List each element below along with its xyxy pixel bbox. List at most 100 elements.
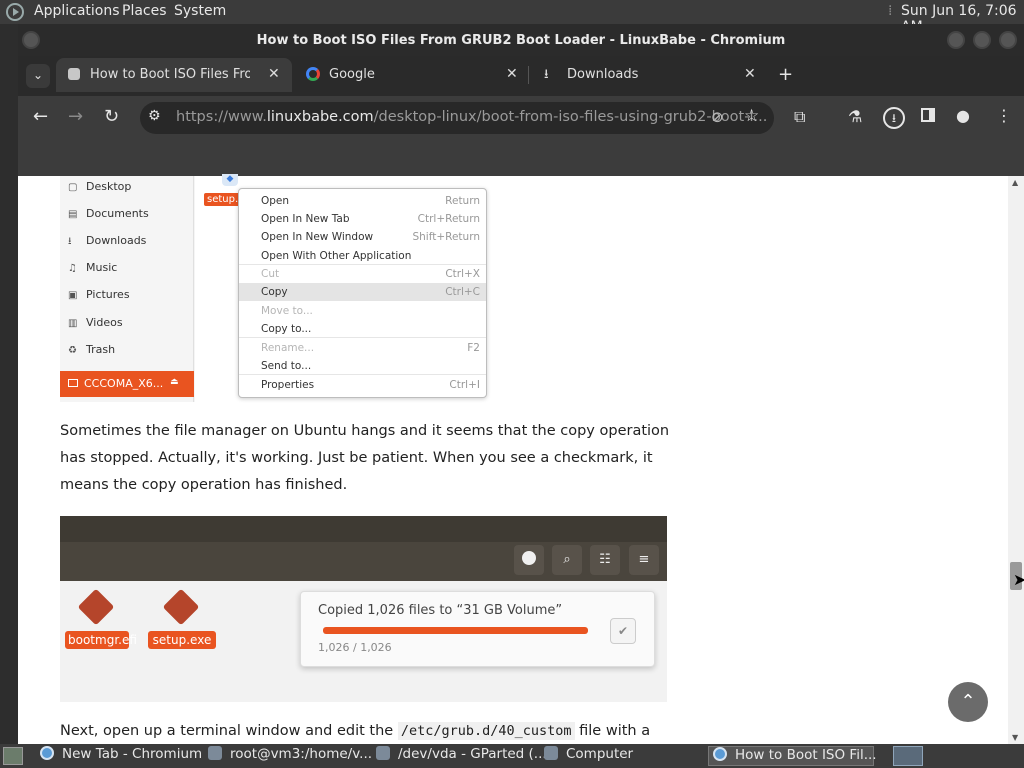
copy-progress-fill xyxy=(323,627,588,634)
panel-separator: ⁞ xyxy=(888,3,893,19)
tab-divider xyxy=(528,66,529,84)
chromium-icon xyxy=(40,746,54,760)
mouse-cursor-icon: ➤ xyxy=(1013,570,1024,589)
scroll-down-arrow-icon[interactable]: ▼ xyxy=(1012,733,1018,742)
download-icon: ⭳ xyxy=(68,236,72,247)
more-menu-icon[interactable]: ⋮ xyxy=(996,106,1012,125)
file-icon: ◆ xyxy=(222,174,238,186)
copy-progress-title: Copied 1,026 files to “31 GB Volume” xyxy=(318,603,563,618)
tab-google[interactable]: Google ✕ xyxy=(300,58,526,92)
tab-label: How to Boot ISO Files From GRUB2 xyxy=(90,67,250,82)
maximize-button[interactable] xyxy=(973,31,991,49)
url-path: /desktop-linux/boot-from-iso-files-using… xyxy=(373,109,768,125)
hamburger-menu-icon: ≡ xyxy=(629,545,659,575)
applications-menu[interactable]: Applications xyxy=(34,3,120,19)
places-menu[interactable]: Places xyxy=(122,3,167,19)
profile-icon[interactable]: ● xyxy=(956,106,970,125)
close-tab-icon[interactable]: ✕ xyxy=(506,66,518,82)
chromium-icon xyxy=(713,747,727,761)
copy-progress-count: 1,026 / 1,026 xyxy=(318,641,392,654)
reload-icon[interactable]: ↻ xyxy=(104,106,119,127)
operations-indicator-icon xyxy=(514,545,544,575)
distro-logo-icon[interactable] xyxy=(6,3,24,21)
video-icon: ▥ xyxy=(68,318,78,329)
ctx-send-to: Send to... xyxy=(239,357,486,375)
tab-label: Downloads xyxy=(567,67,639,82)
downloads-indicator-icon[interactable]: ⭳ xyxy=(883,107,905,129)
side-panel-icon[interactable] xyxy=(921,108,935,122)
ctx-move-to: Move to... xyxy=(261,305,313,317)
tab-linuxbabe[interactable]: How to Boot ISO Files From GRUB2 ✕ xyxy=(56,58,292,92)
site-info-icon[interactable]: ⚙ xyxy=(148,108,161,124)
checkmark-icon: ✔ xyxy=(610,618,636,644)
task-computer[interactable]: Computer xyxy=(544,746,633,766)
ctx-open: Open Return xyxy=(261,195,480,207)
sidebar-item-pictures: ▣ Pictures xyxy=(68,288,130,301)
ctx-properties: Properties Ctrl+I xyxy=(261,379,480,391)
tab-label: Google xyxy=(329,67,375,82)
headerbar-strip xyxy=(60,516,667,542)
url-host: linuxbabe.com xyxy=(266,109,374,125)
ctx-rename: Rename... F2 xyxy=(261,342,480,354)
sidebar-item-usb-drive: CCCOMA_X6... ⏏ xyxy=(60,371,194,397)
computer-icon xyxy=(544,746,558,760)
ctx-open-new-tab: Open In New Tab Ctrl+Return xyxy=(261,213,480,225)
forward-icon[interactable]: → xyxy=(68,106,83,127)
back-icon[interactable]: ← xyxy=(33,106,48,127)
window-frame-edge xyxy=(0,24,18,744)
close-window-button[interactable] xyxy=(999,31,1017,49)
show-desktop-icon[interactable] xyxy=(3,747,23,765)
context-menu: Open Return Open In New Tab Ctrl+Return Op… xyxy=(238,188,487,398)
sidebar-item-downloads: ⭳ Downloads xyxy=(68,234,146,251)
google-icon xyxy=(306,67,320,81)
inline-code-path: /etc/grub.d/40_custom xyxy=(397,722,575,740)
article-paragraph: Sometimes the file manager on Ubuntu han… xyxy=(60,423,670,493)
bookmark-star-icon[interactable]: ☆ xyxy=(744,106,759,126)
sidebar-item-videos: ▥ Videos xyxy=(68,316,123,329)
back-to-top-button[interactable]: ⌃ xyxy=(948,682,988,722)
copy-progress-bar xyxy=(323,627,588,634)
sidebar-item-music: ♫ Music xyxy=(68,261,118,274)
minimize-button[interactable] xyxy=(947,31,965,49)
sidebar-item-trash: ♻ Trash xyxy=(68,343,116,356)
view-toggle-icon: ☷ xyxy=(590,545,620,575)
ctx-copy-to: Copy to... xyxy=(239,320,486,338)
bookmarks-bar xyxy=(18,140,1024,176)
close-tab-icon[interactable]: ✕ xyxy=(744,66,756,82)
gparted-icon xyxy=(376,746,390,760)
system-menu[interactable]: System xyxy=(174,3,226,19)
document-icon: ▤ xyxy=(68,209,78,220)
task-linuxbabe-chromium[interactable]: How to Boot ISO Fil... xyxy=(708,746,877,766)
picture-icon: ▣ xyxy=(68,290,78,301)
file-label: setup. xyxy=(204,193,242,206)
search-icon: ⌕ xyxy=(552,545,582,575)
drive-icon xyxy=(68,379,78,387)
page-scrollbar[interactable] xyxy=(1008,176,1024,744)
desktop-icon: ▢ xyxy=(68,182,78,193)
article-paragraph-2: Next, open up a terminal window and edit… xyxy=(60,722,651,740)
scroll-up-arrow-icon[interactable]: ▲ xyxy=(1012,178,1018,187)
extensions-icon[interactable]: ⧉ xyxy=(794,107,805,127)
task-gparted[interactable]: /dev/vda - GParted (... xyxy=(376,746,547,766)
tab-downloads[interactable]: ⭳ Downloads ✕ xyxy=(536,58,768,92)
trash-icon: ♻ xyxy=(68,345,77,356)
labs-flask-icon[interactable]: ⚗ xyxy=(848,107,862,126)
top-panel: Applications Places System ⁞ Sun Jun 16,… xyxy=(0,0,1024,35)
terminal-icon xyxy=(208,746,222,760)
window-menu-button[interactable] xyxy=(22,31,40,49)
sidebar-item-documents: ▤ Documents xyxy=(68,207,149,220)
window-titlebar[interactable]: How to Boot ISO Files From GRUB2 Boot Lo… xyxy=(18,24,1024,56)
eject-icon: ⏏ xyxy=(170,377,179,387)
task-new-tab-chromium[interactable]: New Tab - Chromium xyxy=(40,746,202,766)
eye-off-icon[interactable]: ⊘ xyxy=(711,108,724,126)
ctx-cut: Cut Ctrl+X xyxy=(261,268,480,280)
window-title: How to Boot ISO Files From GRUB2 Boot Lo… xyxy=(256,33,786,48)
url-text[interactable]: https://www.linuxbabe.com/desktop-linux/… xyxy=(176,109,767,125)
ctx-open-new-window: Open In New Window Shift+Return xyxy=(261,231,480,243)
workspace-switcher-icon[interactable] xyxy=(893,746,923,766)
close-tab-icon[interactable]: ✕ xyxy=(268,66,280,82)
task-terminal[interactable]: root@vm3:/home/v... xyxy=(208,746,372,766)
new-tab-button[interactable]: + xyxy=(778,64,793,85)
linuxbabe-favicon-icon xyxy=(68,68,80,80)
tab-search-button[interactable]: ⌄ xyxy=(26,64,50,88)
